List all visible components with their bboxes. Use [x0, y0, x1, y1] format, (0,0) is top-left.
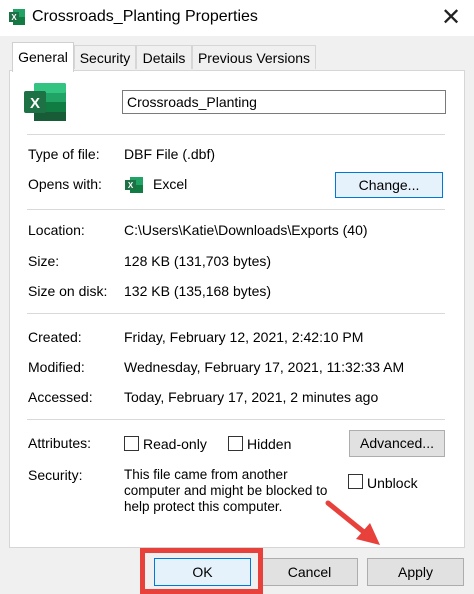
annotation-highlight-box	[140, 548, 263, 594]
apply-button[interactable]: Apply	[367, 558, 464, 586]
tab-previous-versions[interactable]: Previous Versions	[192, 45, 316, 69]
tab-general[interactable]: General	[12, 42, 74, 72]
divider	[27, 209, 445, 210]
tab-details[interactable]: Details	[136, 45, 192, 69]
read-only-checkbox[interactable]	[124, 436, 139, 451]
annotation-arrow-icon	[325, 500, 380, 545]
modified-label: Modified:	[28, 359, 85, 375]
excel-icon: X	[9, 9, 25, 25]
cancel-button[interactable]: Cancel	[261, 558, 358, 586]
unblock-label: Unblock	[367, 475, 418, 491]
window-title: Crossroads_Planting Properties	[32, 8, 258, 25]
file-excel-icon: X	[24, 83, 66, 121]
size-on-disk-label: Size on disk:	[28, 283, 108, 299]
change-button[interactable]: Change...	[335, 172, 443, 198]
security-message-line: help protect this computer.	[124, 499, 283, 514]
opens-with-label: Opens with:	[28, 176, 102, 192]
type-label: Type of file:	[28, 146, 100, 162]
size-label: Size:	[28, 253, 60, 269]
divider	[27, 134, 445, 135]
accessed-label: Accessed:	[28, 389, 93, 405]
hidden-label: Hidden	[247, 436, 292, 452]
close-icon[interactable]: ✕	[436, 4, 466, 32]
size-value: 128 KB (131,703 bytes)	[124, 253, 272, 269]
unblock-checkbox[interactable]	[348, 474, 363, 489]
attributes-label: Attributes:	[28, 435, 92, 451]
tab-security[interactable]: Security	[74, 45, 136, 69]
created-value: Friday, February 12, 2021, 2:42:10 PM	[124, 329, 364, 345]
security-message-line: computer and might be blocked to	[124, 483, 328, 498]
security-label: Security:	[28, 467, 83, 483]
location-label: Location:	[28, 222, 85, 238]
location-value: C:\Users\Katie\Downloads\Exports (40)	[124, 222, 368, 238]
accessed-value: Today, February 17, 2021, 2 minutes ago	[124, 389, 379, 405]
read-only-label: Read-only	[143, 436, 207, 452]
svg-text:X: X	[30, 95, 40, 112]
security-message-line: This file came from another	[124, 467, 288, 482]
modified-value: Wednesday, February 17, 2021, 11:32:33 A…	[124, 359, 405, 375]
svg-text:X: X	[11, 13, 17, 22]
type-value: DBF File (.dbf)	[124, 146, 216, 162]
svg-text:X: X	[128, 181, 134, 190]
advanced-button[interactable]: Advanced...	[349, 430, 445, 457]
divider	[27, 419, 445, 420]
size-on-disk-value: 132 KB (135,168 bytes)	[124, 283, 272, 299]
excel-icon: X	[125, 177, 143, 193]
created-label: Created:	[28, 329, 82, 345]
file-name-field[interactable]: Crossroads_Planting	[122, 90, 446, 114]
hidden-checkbox[interactable]	[228, 436, 243, 451]
opens-with-value: Excel	[153, 176, 188, 192]
divider	[27, 313, 445, 314]
